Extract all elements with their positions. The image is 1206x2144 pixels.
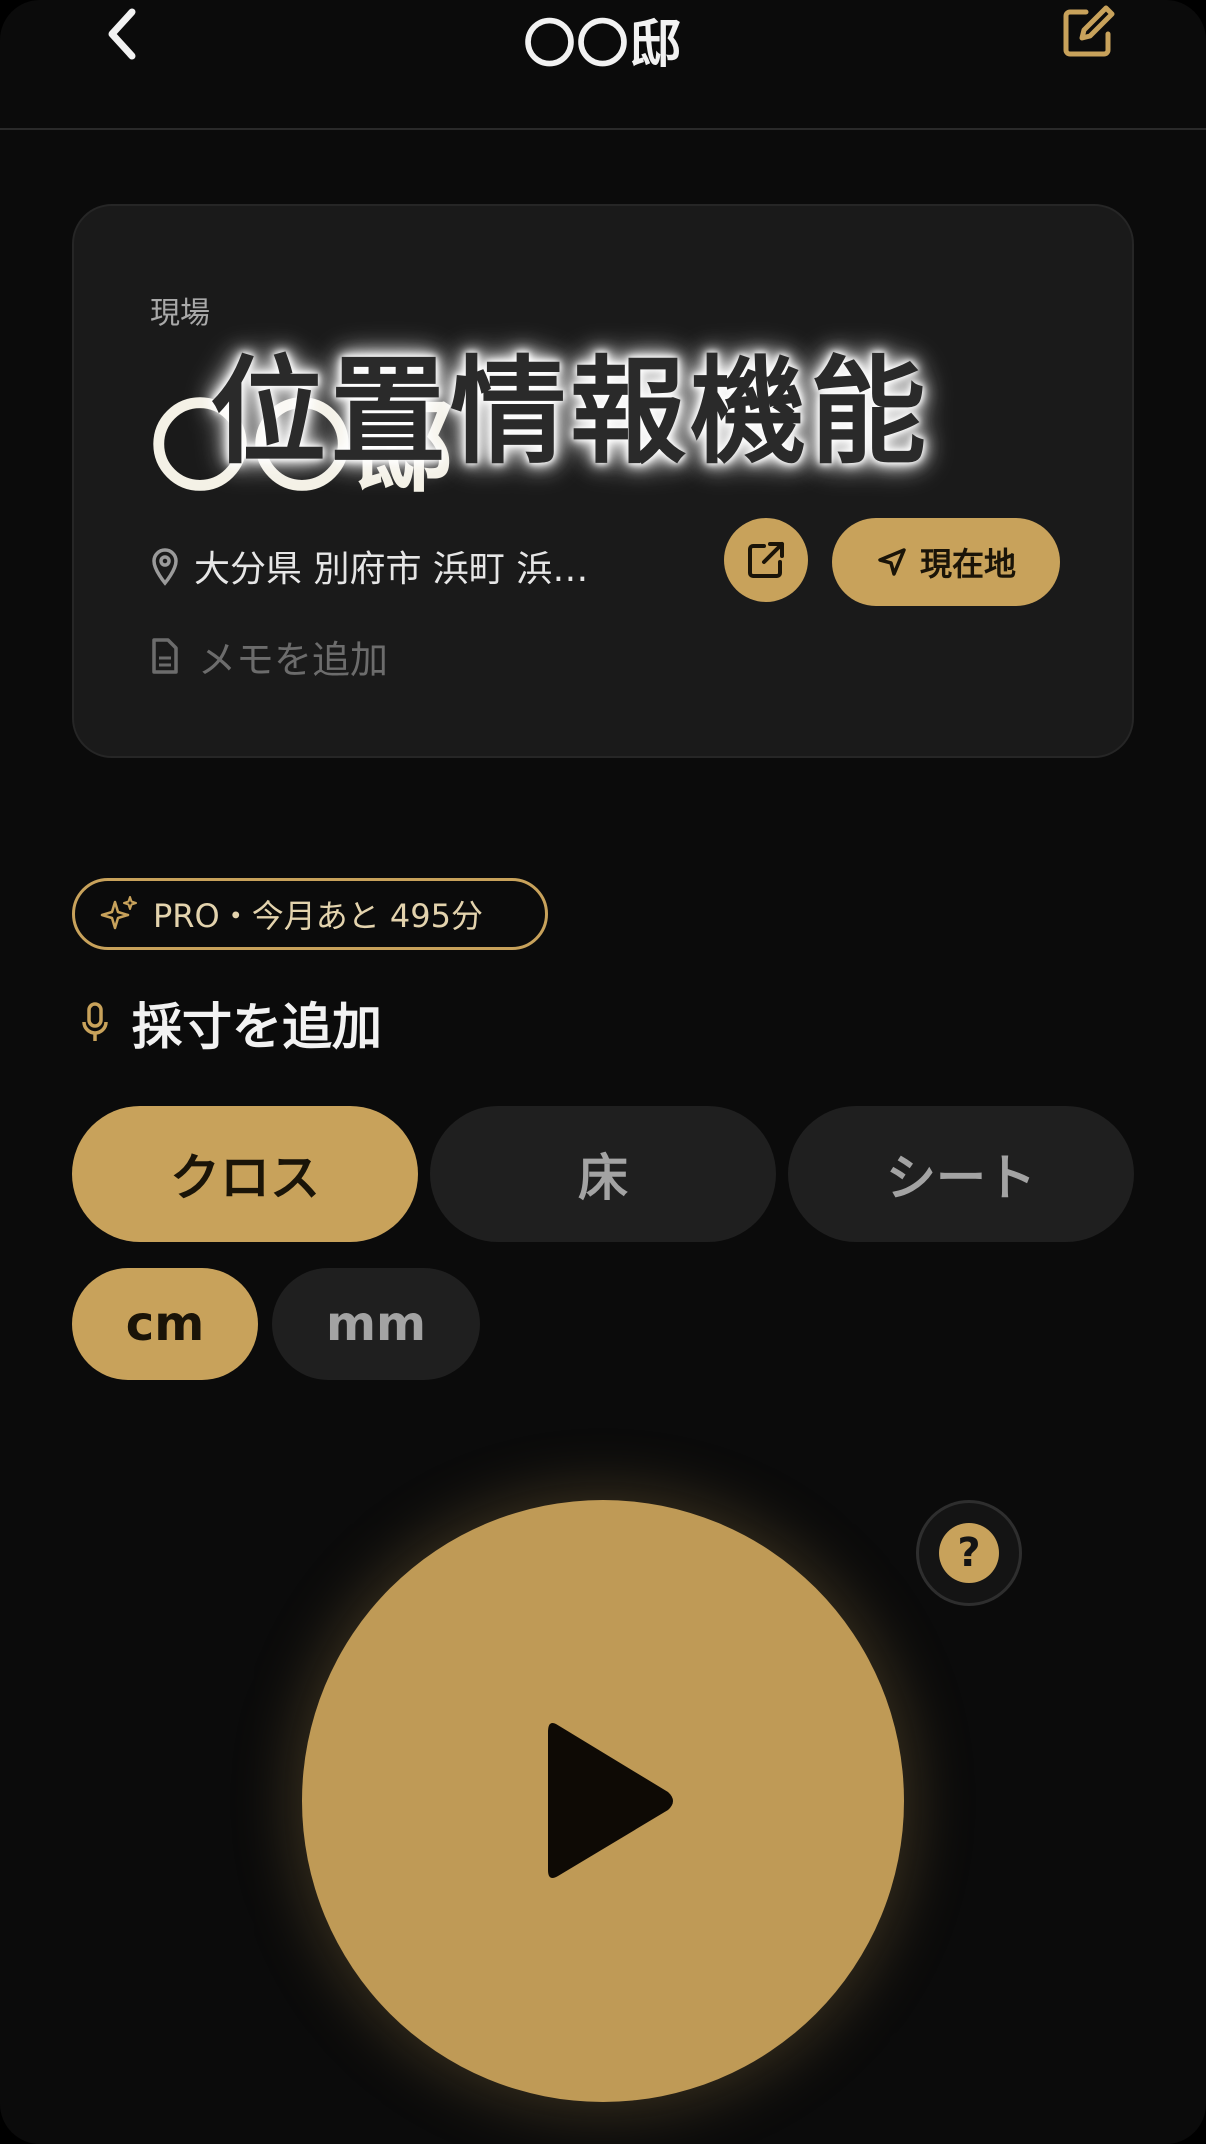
start-recording-button[interactable] (302, 1500, 904, 2102)
site-label: 現場 (150, 296, 210, 331)
add-measurement-heading: 採寸を追加 (80, 988, 382, 1058)
document-icon (152, 638, 178, 674)
help-button[interactable]: ? (916, 1500, 1022, 1606)
add-measurement-label: 採寸を追加 (132, 998, 382, 1056)
location-pin-icon (152, 548, 178, 586)
current-location-label: 現在地 (919, 545, 1016, 583)
sparkle-icon (100, 896, 137, 930)
unit-mm-button[interactable]: mm (272, 1268, 480, 1380)
edit-icon (1063, 5, 1115, 57)
category-floor-button[interactable]: 床 (430, 1106, 776, 1242)
category-cross-button[interactable]: クロス (72, 1106, 418, 1242)
edit-button[interactable] (1058, 2, 1118, 62)
overlay-caption: 位置情報機能 (210, 345, 930, 480)
address-row[interactable]: 大分県 別府市 浜町 浜… (150, 536, 588, 596)
current-location-button[interactable]: 現在地 (832, 518, 1060, 606)
pro-badge: PRO・今月あと 495分 (72, 878, 548, 950)
play-icon (548, 1723, 673, 1878)
screen: 〇〇邸 現場 〇〇邸 大分県 別府市 浜町 浜… 現在地 メモを追加 位置情報機… (0, 0, 1206, 2144)
address-text: 大分県 別府市 浜町 浜… (194, 549, 589, 590)
page-title: 〇〇邸 (523, 15, 683, 75)
external-link-icon (748, 542, 784, 578)
navigation-arrow-icon (878, 548, 906, 576)
unit-cm-button[interactable]: cm (72, 1268, 258, 1380)
help-icon: ? (939, 1523, 999, 1583)
top-app-bar: 〇〇邸 (0, 0, 1206, 130)
microphone-icon (82, 1002, 108, 1041)
add-memo-button[interactable]: メモを追加 (150, 626, 388, 686)
pro-badge-text: PRO・今月あと 495分 (153, 897, 483, 935)
memo-placeholder: メモを追加 (198, 637, 389, 682)
category-sheet-button[interactable]: シート (788, 1106, 1134, 1242)
open-map-button[interactable] (724, 518, 808, 602)
